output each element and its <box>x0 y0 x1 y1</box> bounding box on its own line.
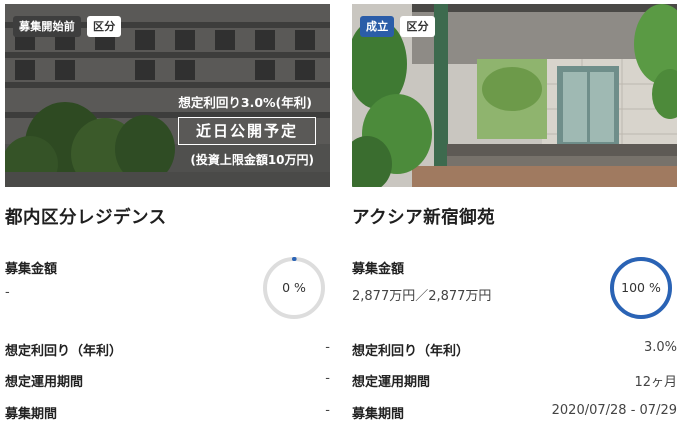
amount-value: - <box>5 285 10 300</box>
property-photo: 成立 区分 <box>352 4 677 187</box>
term-label: 想定運用期間 <box>5 375 84 390</box>
period-value: 2020/07/28 - 07/29 <box>551 403 677 418</box>
status-badge: 募集開始前 <box>13 16 81 37</box>
type-badge: 区分 <box>400 16 435 37</box>
amount-label: 募集金額 <box>5 262 58 277</box>
term-value: - <box>325 371 330 386</box>
property-card-residence[interactable]: 募集開始前 区分 想定利回り3.0%(年利) 近日公開予定 (投資上限金額10万… <box>5 4 330 431</box>
yield-value: 3.0% <box>643 340 677 355</box>
progress-donut: 100 % <box>609 256 673 320</box>
yield-value: - <box>325 340 330 355</box>
yield-label: 想定利回り（年利） <box>352 344 470 359</box>
type-badge: 区分 <box>87 16 122 37</box>
progress-percent: 0 % <box>282 280 306 295</box>
property-photo: 募集開始前 区分 想定利回り3.0%(年利) 近日公開予定 (投資上限金額10万… <box>5 4 330 187</box>
property-card-axia-shinjuku-gyoen[interactable]: 成立 区分 アクシア新宿御苑 募集金額 2,877万円／2,877万円 100 … <box>352 4 677 431</box>
progress-donut: 0 % <box>262 256 326 320</box>
status-badge: 成立 <box>360 16 395 37</box>
period-label: 募集期間 <box>352 407 405 422</box>
amount-value: 2,877万円／2,877万円 <box>352 289 492 304</box>
period-label: 募集期間 <box>5 407 58 422</box>
term-value: 12ヶ月 <box>634 375 677 390</box>
progress-percent: 100 % <box>621 280 661 295</box>
period-value: - <box>325 403 330 418</box>
amount-label: 募集金額 <box>352 262 405 277</box>
overlay-yield-text: 想定利回り3.0%(年利) <box>178 95 312 110</box>
property-title[interactable]: 都内区分レジデンス <box>5 204 167 229</box>
overlay-announce-box: 近日公開予定 <box>178 117 316 145</box>
overlay-limit-note: (投資上限金額10万円) <box>190 153 314 167</box>
coming-soon-overlay: 想定利回り3.0%(年利) 近日公開予定 (投資上限金額10万円) <box>158 92 316 168</box>
term-label: 想定運用期間 <box>352 375 431 390</box>
yield-label: 想定利回り（年利） <box>5 344 123 359</box>
property-title[interactable]: アクシア新宿御苑 <box>352 204 495 229</box>
